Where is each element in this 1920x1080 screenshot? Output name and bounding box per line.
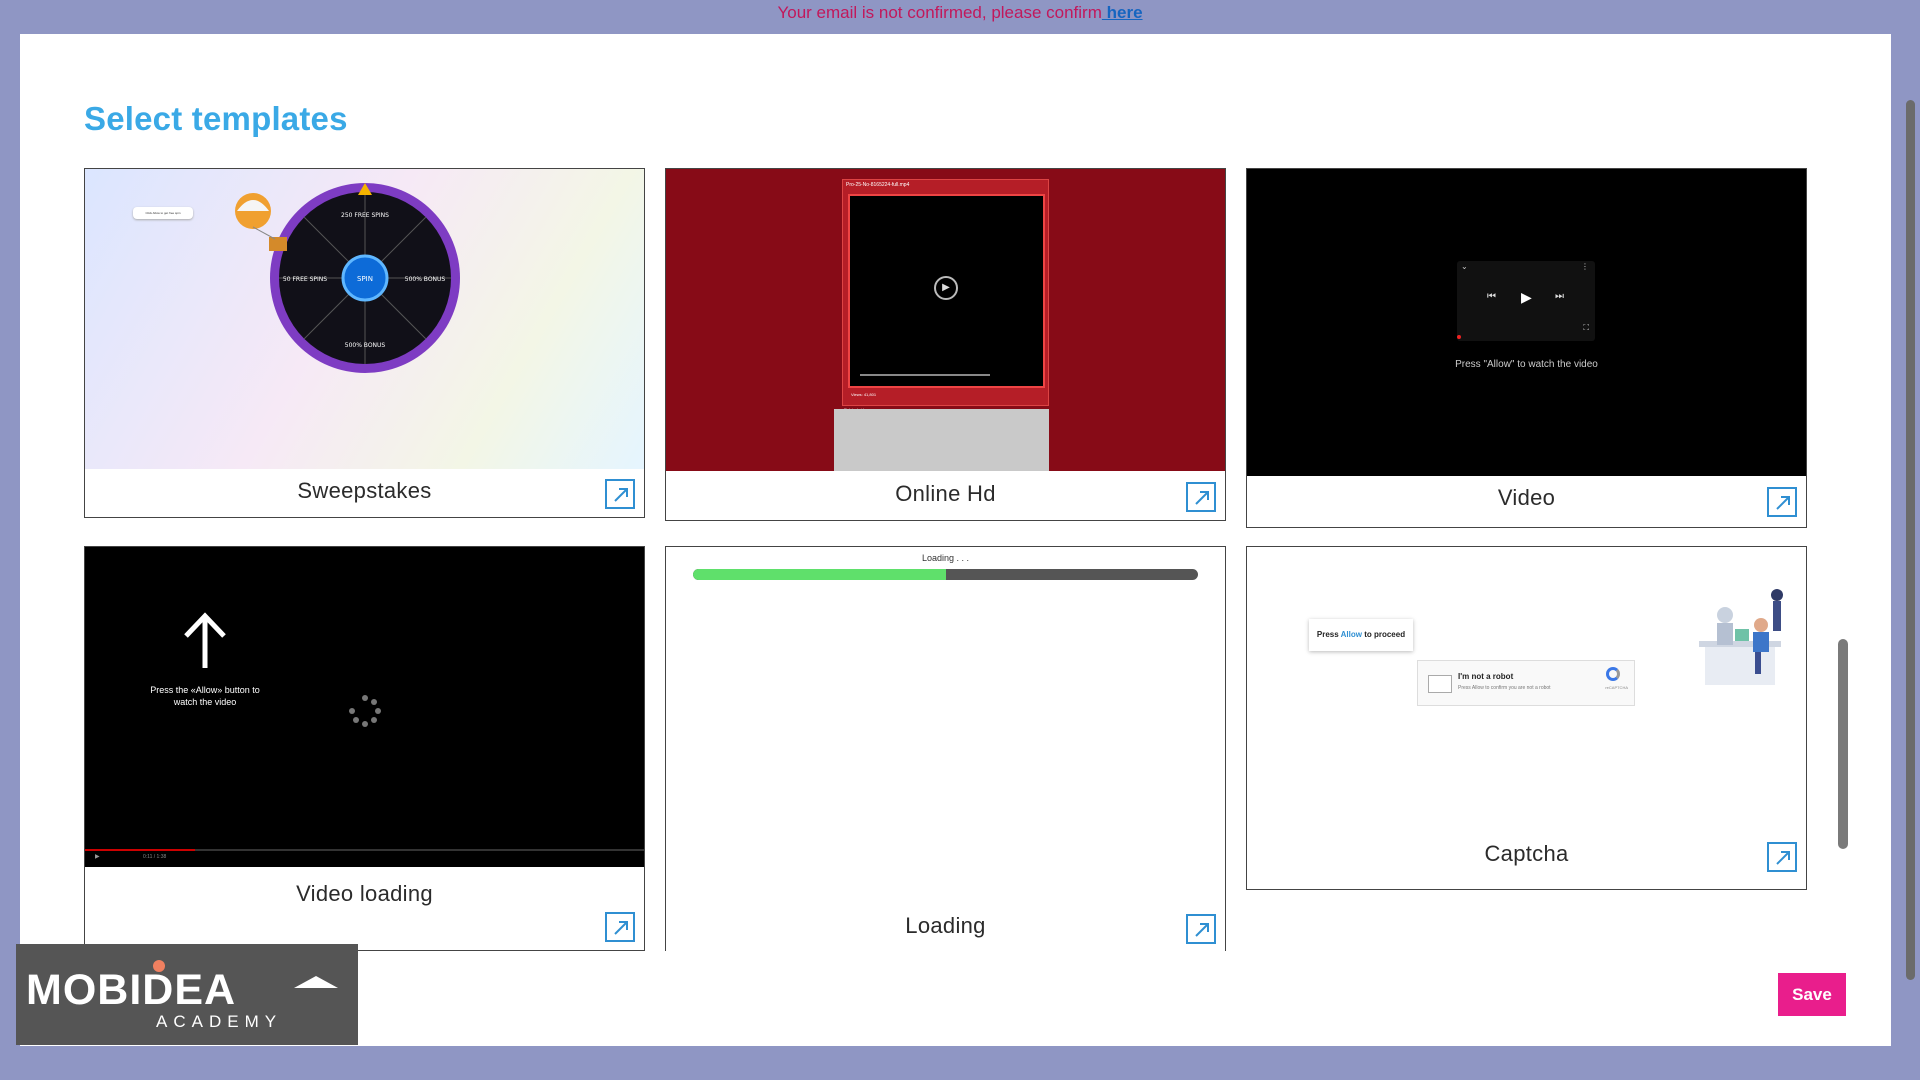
- robot-sublabel: Press Allow to confirm you are not a rob…: [1458, 685, 1551, 691]
- prize-wheel-graphic: SPIN 250 FREE SPINS 500% BONUS 50 FREE S…: [235, 183, 460, 373]
- press-proceed-text: to proceed: [1361, 630, 1406, 639]
- recaptcha-icon: [1606, 667, 1620, 681]
- confirm-email-link[interactable]: here: [1102, 3, 1143, 22]
- previous-icon[interactable]: ⏮: [1487, 291, 1496, 302]
- open-preview-icon[interactable]: [605, 912, 635, 942]
- logo-wordmark: MOBIDEA: [26, 966, 237, 1014]
- banner-text: Your email is not confirmed, please conf…: [777, 3, 1102, 22]
- play-icon[interactable]: ▶: [1521, 289, 1532, 306]
- open-preview-icon[interactable]: [1186, 914, 1216, 944]
- template-label-video: Video: [1497, 485, 1556, 510]
- recaptcha-label: reCAPTCHA: [1605, 685, 1628, 690]
- more-icon[interactable]: ⋮: [1581, 262, 1589, 271]
- captcha-preview: Press Allow to proceed I'm not a robot P…: [1247, 547, 1806, 817]
- seek-bar[interactable]: [860, 374, 990, 376]
- loading-preview: Loading . . .: [666, 547, 1225, 877]
- arrow-up-icon: [184, 612, 226, 668]
- template-card-loading[interactable]: Loading . . . Loading: [665, 546, 1226, 951]
- email-confirmation-banner: Your email is not confirmed, please conf…: [0, 0, 1920, 34]
- template-label-online-hd: Online Hd: [895, 481, 996, 506]
- wheel-segment-right: 500% BONUS: [405, 276, 446, 283]
- modal-title: Select templates: [84, 100, 348, 137]
- sweepstakes-preview: Click Allow to get free spin SPIN 250 FR…: [85, 169, 644, 469]
- progress-dot: [1457, 335, 1461, 339]
- video-player-controls: ⌄ ⋮ ⏮ ▶ ⏭ ⛶: [1457, 261, 1595, 341]
- online-hd-related-placeholder: [834, 409, 1049, 471]
- open-preview-icon[interactable]: [605, 479, 635, 509]
- logo-subtitle: ACADEMY: [156, 1012, 283, 1031]
- open-preview-icon[interactable]: [1186, 482, 1216, 512]
- online-hd-player-frame: Pro-25-No-8165224-full.mp4 ▶ Views: 41,8…: [842, 179, 1049, 406]
- open-preview-icon[interactable]: [1767, 487, 1797, 517]
- templates-scrollbar[interactable]: [1838, 639, 1848, 849]
- page-scrollbar[interactable]: [1906, 100, 1915, 980]
- page-footer-strip: [0, 1046, 1920, 1080]
- office-illustration: [1699, 589, 1783, 685]
- video-loading-preview: Press the «Allow» button to watch the vi…: [85, 547, 644, 867]
- template-label-sweepstakes: Sweepstakes: [297, 478, 432, 503]
- captcha-press-allow-box: Press Allow to proceed: [1309, 619, 1413, 651]
- template-card-captcha[interactable]: Press Allow to proceed I'm not a robot P…: [1246, 546, 1807, 890]
- next-icon[interactable]: ⏭: [1555, 291, 1564, 302]
- template-card-sweepstakes[interactable]: Click Allow to get free spin SPIN 250 FR…: [84, 168, 645, 518]
- play-icon[interactable]: ▶: [95, 853, 100, 860]
- spinner-icon: [349, 695, 381, 727]
- chevron-down-icon[interactable]: ⌄: [1461, 262, 1468, 271]
- template-card-video-loading[interactable]: Press the «Allow» button to watch the vi…: [84, 546, 645, 951]
- mobidea-academy-logo: MOBIDEA ACADEMY: [16, 944, 358, 1045]
- recaptcha-box: I'm not a robot Press Allow to confirm y…: [1417, 660, 1635, 706]
- template-label-loading: Loading: [905, 913, 986, 938]
- video-prompt: Press "Allow" to watch the video: [1455, 359, 1598, 370]
- loading-text: Loading . . .: [921, 553, 970, 563]
- video-time: 0:11 / 1:38: [143, 854, 167, 860]
- robot-label: I'm not a robot: [1458, 672, 1514, 681]
- template-label-captcha: Captcha: [1484, 841, 1569, 866]
- wheel-spin-label: SPIN: [357, 275, 373, 283]
- online-hd-views: Views: 41,801: [851, 392, 877, 397]
- wheel-segment-top: 250 FREE SPINS: [341, 212, 389, 219]
- save-button[interactable]: Save: [1778, 973, 1846, 1016]
- template-card-online-hd[interactable]: Pro-25-No-8165224-full.mp4 ▶ Views: 41,8…: [665, 168, 1226, 521]
- press-text: Press: [1316, 630, 1341, 639]
- template-label-video-loading: Video loading: [296, 881, 433, 906]
- press-allow-text: Allow: [1340, 630, 1362, 639]
- online-hd-file-name: Pro-25-No-8165224-full.mp4: [846, 182, 910, 188]
- graduation-cap-icon: [294, 976, 338, 988]
- open-preview-icon[interactable]: [1767, 842, 1797, 872]
- wheel-segment-bottom: 500% BONUS: [345, 342, 386, 349]
- checkbox-icon[interactable]: [1428, 675, 1452, 693]
- video-seek-bar[interactable]: [85, 849, 644, 851]
- online-hd-preview: Pro-25-No-8165224-full.mp4 ▶ Views: 41,8…: [666, 169, 1225, 471]
- video-preview: ⌄ ⋮ ⏮ ▶ ⏭ ⛶ Press "Allow" to watch the v…: [1247, 169, 1806, 476]
- loading-progress-fill: [693, 569, 946, 580]
- online-hd-video-area: ▶: [848, 194, 1045, 388]
- loading-progress-bar: [693, 569, 1198, 580]
- play-icon[interactable]: ▶: [934, 276, 958, 300]
- video-loading-prompt-1: Press the «Allow» button to: [150, 685, 260, 695]
- select-templates-modal: Select templates Click Allow to get free…: [20, 34, 1891, 1046]
- wheel-segment-left: 50 FREE SPINS: [283, 276, 327, 283]
- fullscreen-icon[interactable]: ⛶: [1583, 323, 1589, 333]
- video-loading-prompt-2: watch the video: [173, 697, 237, 707]
- template-card-video[interactable]: ⌄ ⋮ ⏮ ▶ ⏭ ⛶ Press "Allow" to watch the v…: [1246, 168, 1807, 528]
